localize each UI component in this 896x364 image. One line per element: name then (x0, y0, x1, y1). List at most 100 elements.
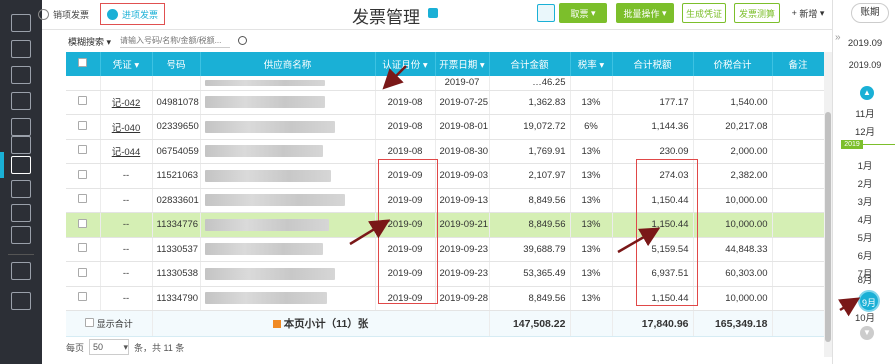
issue-date-header[interactable]: 开票日期 ▾ (435, 52, 490, 76)
search-input[interactable] (120, 34, 230, 48)
voucher-cell: -- (100, 163, 153, 189)
month-item[interactable]: 8月 (833, 272, 896, 286)
settings-icon[interactable] (11, 226, 31, 244)
month-selected[interactable]: 9月 (858, 290, 880, 312)
table-row[interactable]: 记-040 02339650 2019-08 2019-08-01 19,072.72 6… (66, 114, 825, 140)
month-item[interactable]: 2月 (833, 176, 896, 190)
tab-purchase-invoice[interactable]: 进项发票 (100, 3, 166, 25)
voucher-link[interactable]: 记-044 (112, 147, 141, 158)
supplier-name-redacted (204, 267, 335, 280)
tab-sales-invoice[interactable]: 销项发票 (32, 3, 95, 25)
row-checkbox[interactable] (78, 96, 88, 106)
summary-label: 本页小计（11）张 (283, 318, 369, 330)
issue-date-cell: 2019-07-25 (435, 90, 490, 115)
invoice-calc-button[interactable]: 发票测算 (734, 3, 780, 23)
month-item[interactable]: 11月 (833, 106, 896, 120)
row-checkbox[interactable] (78, 243, 88, 253)
voucher-cell[interactable]: 记-040 (100, 114, 153, 140)
month-next[interactable]: 10月 (833, 310, 896, 324)
table-row[interactable]: -- 11334790 2019-09 2019-09-28 8,849.56 13% 1,… (66, 286, 825, 311)
row-checkbox[interactable] (78, 145, 88, 155)
row-select[interactable] (66, 212, 101, 238)
table-scrollbar[interactable] (824, 52, 832, 357)
stack-icon[interactable] (11, 180, 31, 198)
calendar-icon[interactable] (11, 262, 31, 280)
grid-icon[interactable] (537, 4, 555, 22)
row-select[interactable] (66, 163, 101, 189)
table-row[interactable]: -- 11330538 2019-09 2019-09-23 53,365.49 13% 6… (66, 261, 825, 287)
search-doc-icon[interactable] (11, 204, 31, 222)
table-row[interactable]: 记-044 06754059 2019-08 2019-08-30 1,769.91 13… (66, 139, 825, 164)
month-item[interactable]: 1月 (833, 158, 896, 172)
cert-month-cell: 2019-09 (375, 261, 436, 287)
voucher-empty: -- (122, 170, 130, 182)
new-button[interactable]: + 新增 ▾ (786, 3, 830, 23)
amount-cell: 1,769.91 (489, 139, 571, 164)
table-row[interactable]: -- 11334776 2019-09 2019-09-21 8,849.56 13% 1,… (66, 212, 825, 238)
supplier-cell (200, 286, 376, 311)
row-select[interactable] (66, 139, 101, 164)
row-checkbox[interactable] (78, 120, 88, 130)
document-icon[interactable] (11, 92, 31, 110)
row-checkbox[interactable] (78, 267, 88, 277)
scrollbar-thumb[interactable] (825, 112, 831, 342)
fetch-invoice-button[interactable]: 取票 ▾ (559, 3, 607, 23)
total-cell: 10,000.00 (693, 286, 773, 311)
show-total-checkbox[interactable] (84, 318, 94, 327)
tax-amount-cell: 1,150.44 (612, 212, 694, 238)
chevron-down-icon[interactable]: ▼ (860, 326, 874, 340)
ledger-icon[interactable] (11, 118, 31, 136)
number-cell: 11330538 (152, 261, 201, 287)
row-select[interactable] (66, 188, 101, 213)
search-mode-select[interactable]: 模糊搜索 ▾ (68, 35, 111, 48)
search-icon[interactable] (238, 36, 247, 45)
supplier-name-redacted (204, 194, 345, 207)
help-icon[interactable] (428, 8, 438, 18)
row-select[interactable] (66, 90, 101, 115)
amount-cell: …46.25 (489, 76, 571, 91)
row-select[interactable] (66, 286, 101, 311)
cert-month-header[interactable]: 认证月份 ▾ (375, 52, 436, 76)
month-item[interactable]: 4月 (833, 212, 896, 226)
select-all-checkbox[interactable] (78, 58, 88, 67)
row-checkbox[interactable] (78, 194, 88, 204)
table-row[interactable]: 2019-07 …46.25 (66, 76, 825, 91)
row-select[interactable] (66, 237, 101, 262)
page-size-select[interactable]: 50 ▾ (89, 339, 130, 355)
table-row[interactable]: -- 11330537 2019-09 2019-09-23 39,688.79 13% 5… (66, 237, 825, 262)
speed-icon[interactable] (11, 292, 31, 310)
supplier-cell (200, 90, 376, 115)
chevron-up-icon[interactable]: ▲ (860, 86, 874, 100)
batch-operation-button[interactable]: 批量操作 ▾ (616, 3, 674, 23)
table-row[interactable]: -- 11521063 2019-09 2019-09-03 2,107.97 13% 27… (66, 163, 825, 189)
row-checkbox[interactable] (78, 292, 88, 302)
period-button[interactable]: 账期 (851, 3, 889, 23)
month-item[interactable]: 3月 (833, 194, 896, 208)
table-row[interactable]: 记-042 04981078 2019-08 2019-07-25 1,362.83 13… (66, 90, 825, 115)
month-item[interactable]: 6月 (833, 248, 896, 262)
row-checkbox[interactable] (78, 218, 88, 228)
row-select[interactable] (66, 261, 101, 287)
report-icon[interactable] (11, 136, 31, 154)
select-all-header[interactable] (66, 52, 101, 76)
show-total-toggle[interactable]: 显示合计 (66, 310, 153, 337)
tax-rate-header[interactable]: 税率 ▾ (570, 52, 613, 76)
upload-icon[interactable] (11, 40, 31, 58)
pagination: 每页 50 ▾ 条，共 11 条 (66, 337, 184, 357)
voucher-cell[interactable]: 记-042 (100, 90, 153, 115)
voucher-link[interactable]: 记-040 (112, 123, 141, 134)
table-row[interactable]: -- 02833601 2019-09 2019-09-13 8,849.56 13% 1,… (66, 188, 825, 213)
voucher-link[interactable]: 记-042 (112, 98, 141, 109)
tax-rate-cell: 13% (570, 163, 613, 189)
overview-icon[interactable] (11, 14, 31, 32)
voucher-header[interactable]: 凭证 ▾ (100, 52, 153, 76)
month-item[interactable]: 12月 (833, 124, 896, 138)
chart-icon[interactable] (11, 66, 31, 84)
voucher-cell[interactable]: 记-044 (100, 139, 153, 164)
supplier-name-redacted (204, 218, 329, 231)
invoice-icon[interactable] (11, 156, 31, 174)
month-item[interactable]: 5月 (833, 230, 896, 244)
generate-voucher-button[interactable]: 生成凭证 (682, 3, 726, 23)
row-checkbox[interactable] (78, 169, 88, 179)
row-select[interactable] (66, 114, 101, 140)
